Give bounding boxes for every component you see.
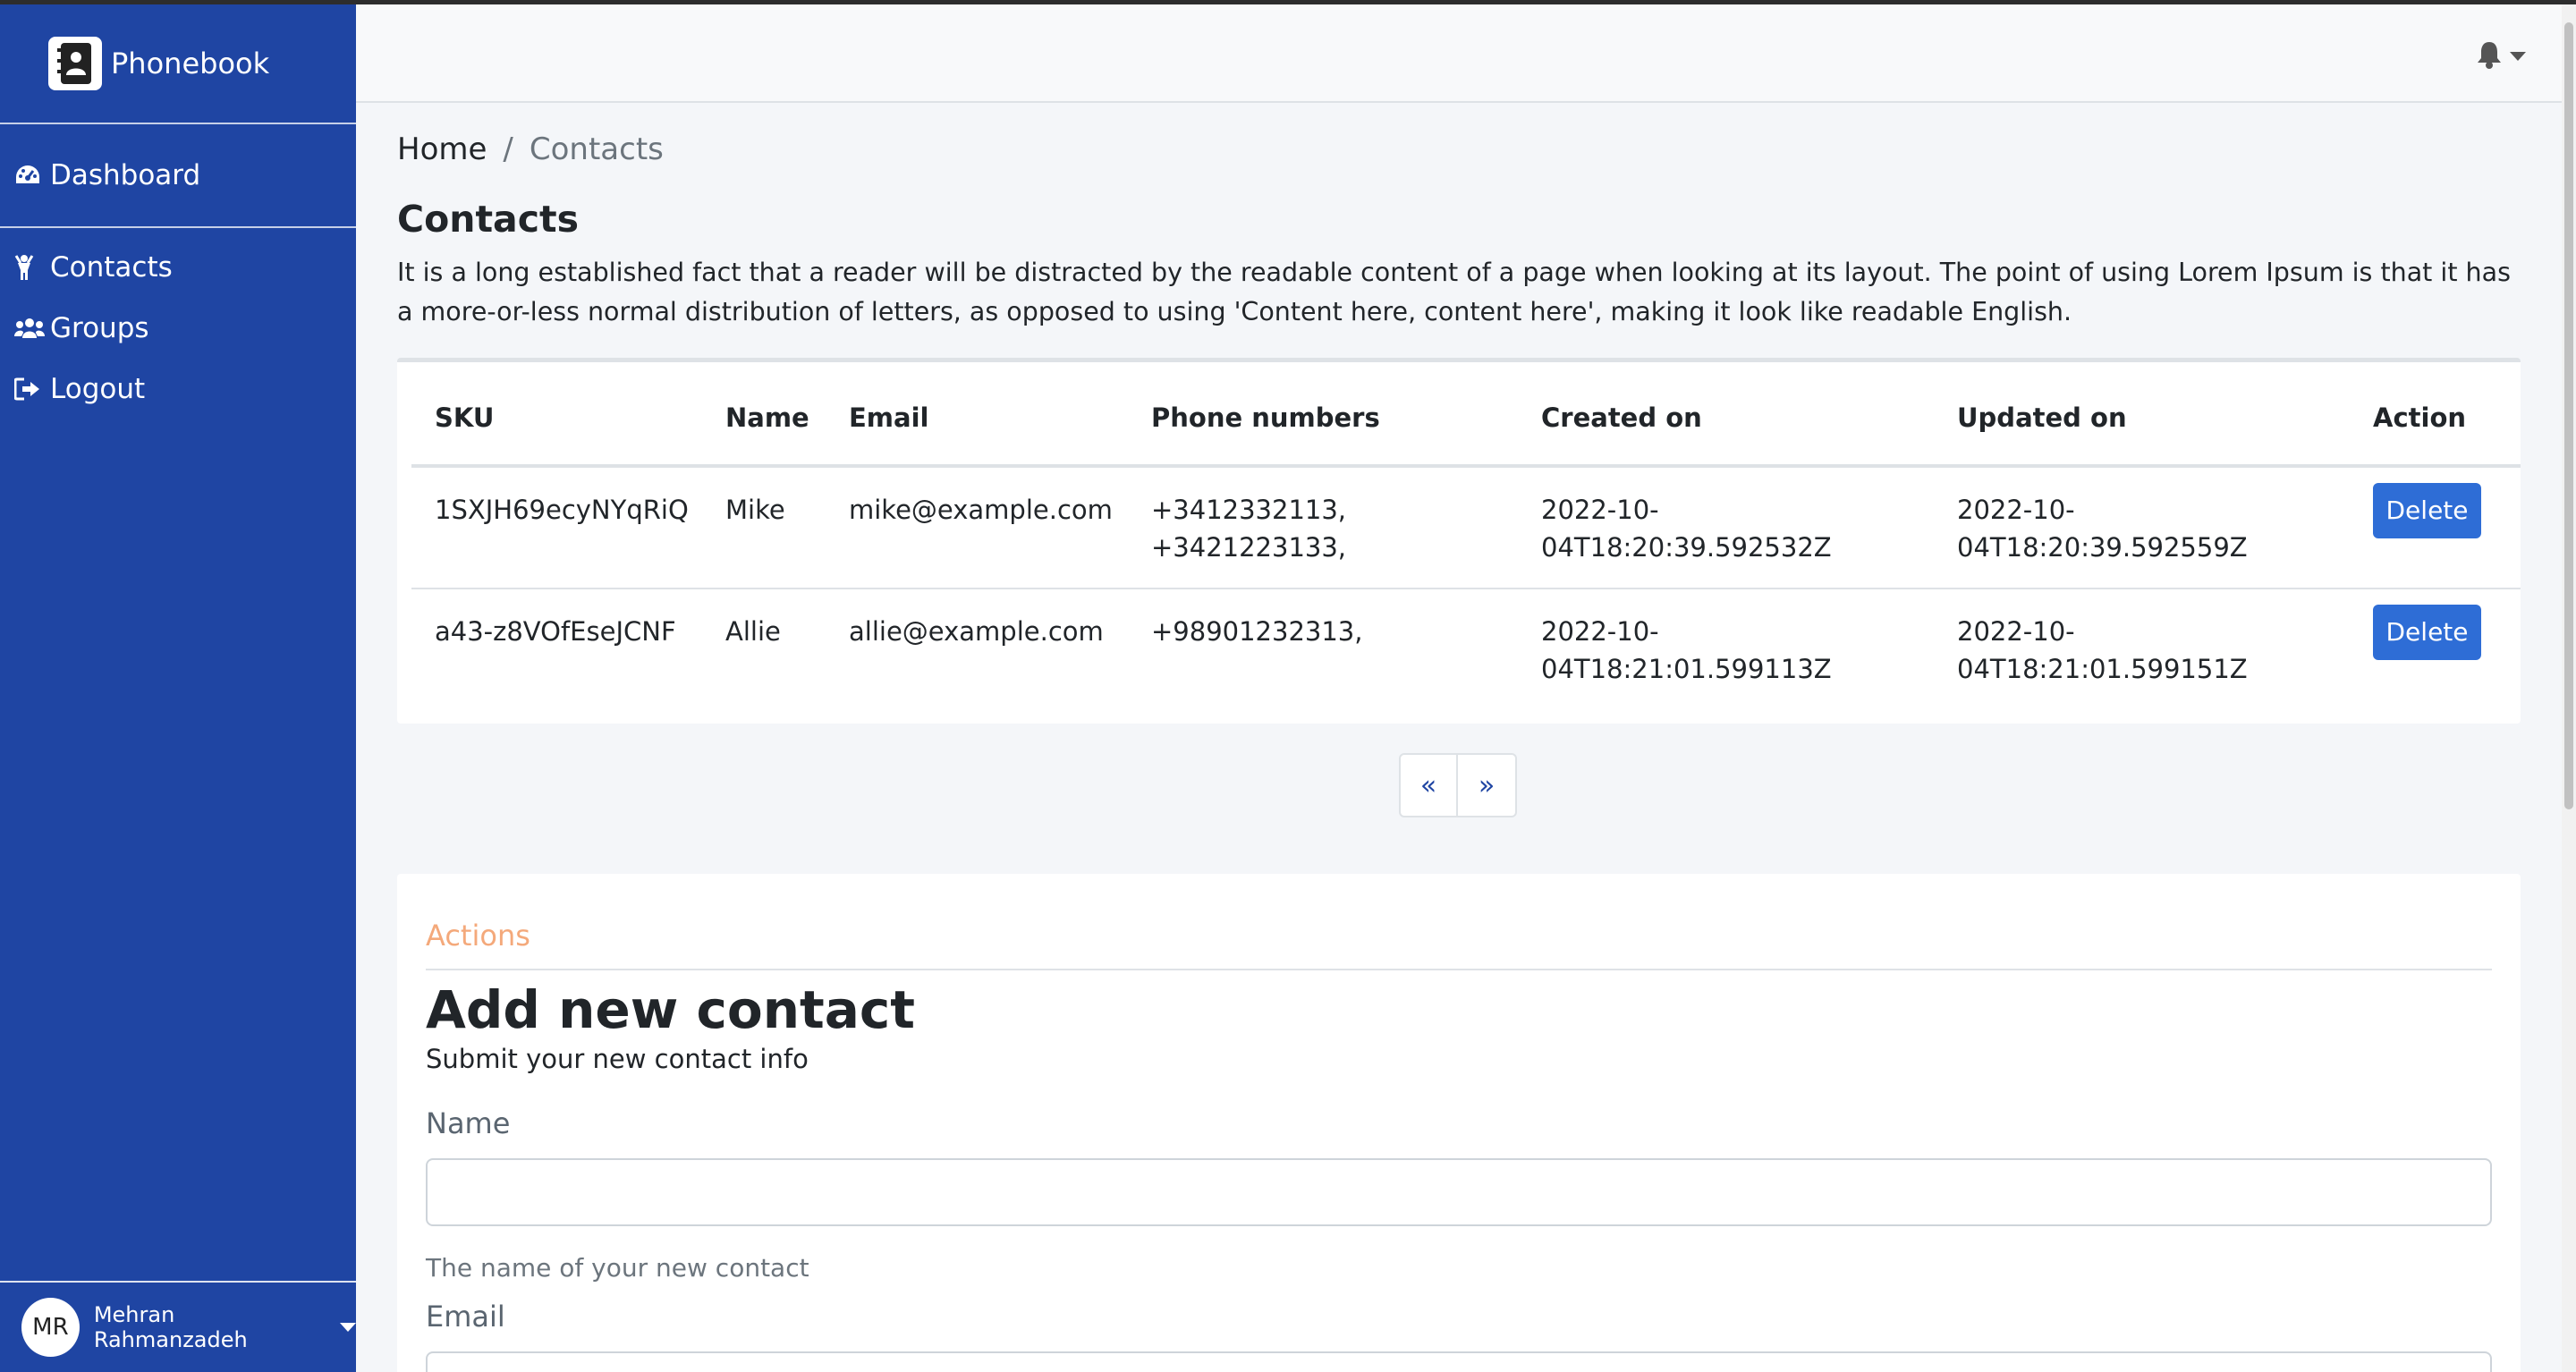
name-input[interactable] — [426, 1158, 2492, 1226]
sign-out-icon — [14, 377, 50, 401]
form-title: Add new contact — [426, 979, 916, 1040]
user-name: Mehran Rahmanzadeh — [93, 1302, 248, 1352]
breadcrumb-separator: / — [503, 131, 513, 167]
date-part: 2022-10- — [1957, 616, 2075, 647]
cell-updated-on: 2022-10- 04T18:21:01.599151Z — [1934, 589, 2350, 711]
user-menu[interactable]: MR Mehran Rahmanzadeh — [0, 1281, 356, 1372]
sidebar: Phonebook Dashboard Contacts Groups Logo… — [0, 4, 356, 1372]
breadcrumb-home-link[interactable]: Home — [397, 131, 487, 167]
sidebar-item-label: Groups — [50, 312, 149, 344]
column-header-updated-on[interactable]: Updated on — [1934, 362, 2350, 468]
phone-number: +3421223133, — [1151, 532, 1347, 563]
cell-name: Mike — [702, 466, 826, 589]
pagination: « » — [1399, 753, 1517, 817]
page-scrollbar[interactable] — [2562, 4, 2576, 1372]
table-header-row: SKU Name Email Phone numbers Created on … — [411, 362, 2521, 468]
notifications-dropdown[interactable] — [2476, 40, 2526, 72]
column-header-name[interactable]: Name — [702, 362, 826, 468]
cell-updated-on: 2022-10- 04T18:20:39.592559Z — [1934, 466, 2350, 589]
time-part: 04T18:20:39.592559Z — [1957, 532, 2248, 563]
delete-button[interactable]: Delete — [2373, 604, 2481, 660]
brand[interactable]: Phonebook — [0, 4, 356, 124]
divider — [426, 969, 2492, 970]
cell-phone-numbers: +3412332113, +3421223133, — [1128, 466, 1518, 589]
caret-down-icon — [340, 1323, 356, 1332]
date-part: 2022-10- — [1541, 495, 1659, 525]
sidebar-nav: Contacts Groups Logout — [0, 228, 356, 419]
column-header-sku[interactable]: SKU — [411, 362, 702, 468]
form-subtitle: Submit your new contact info — [426, 1044, 809, 1074]
tachometer-icon — [14, 164, 50, 187]
sidebar-item-groups[interactable]: Groups — [0, 298, 356, 359]
column-header-phone-numbers[interactable]: Phone numbers — [1128, 362, 1518, 468]
email-label: Email — [426, 1300, 505, 1334]
breadcrumb: Home / Contacts — [397, 131, 664, 167]
sidebar-item-label: Dashboard — [50, 159, 201, 191]
cell-name: Allie — [725, 616, 781, 647]
sidebar-item-label: Logout — [50, 373, 146, 405]
email-input[interactable] — [426, 1351, 2492, 1372]
column-header-email[interactable]: Email — [826, 362, 1128, 468]
cell-sku: a43-z8VOfEseJCNF — [435, 616, 676, 647]
sidebar-item-dashboard[interactable]: Dashboard — [0, 124, 356, 228]
phonebook-logo-icon — [48, 37, 102, 90]
sidebar-item-contacts[interactable]: Contacts — [0, 237, 356, 298]
column-header-created-on[interactable]: Created on — [1518, 362, 1934, 468]
cell-created-on: 2022-10- 04T18:20:39.592532Z — [1518, 466, 1934, 589]
pagination-prev-button[interactable]: « — [1399, 753, 1458, 817]
phone-number: +98901232313, — [1151, 616, 1363, 647]
caret-down-icon — [2510, 52, 2526, 61]
breadcrumb-current: Contacts — [529, 131, 664, 167]
users-icon — [14, 317, 50, 340]
scrollbar-thumb[interactable] — [2564, 22, 2573, 809]
phone-number: +3412332113, — [1151, 495, 1347, 525]
page-title: Contacts — [397, 198, 580, 241]
table-row: 1SXJH69ecyNYqRiQ Mike mike@example.com +… — [411, 466, 2521, 589]
sidebar-item-label: Contacts — [50, 251, 173, 284]
table-row: a43-z8VOfEseJCNF Allie allie@example.com… — [411, 589, 2521, 711]
section-label: Actions — [426, 919, 530, 953]
cell-action: Delete — [2350, 589, 2521, 711]
time-part: 04T18:21:01.599151Z — [1957, 654, 2248, 684]
cell-phone-numbers: +98901232313, — [1128, 589, 1518, 711]
brand-name: Phonebook — [111, 47, 270, 80]
contacts-table: SKU Name Email Phone numbers Created on … — [411, 362, 2521, 711]
child-icon — [14, 254, 50, 281]
time-part: 04T18:21:01.599113Z — [1541, 654, 1832, 684]
contacts-table-card: SKU Name Email Phone numbers Created on … — [397, 358, 2521, 724]
cell-action: Delete — [2350, 466, 2521, 589]
cell-email: mike@example.com — [826, 466, 1128, 589]
delete-button[interactable]: Delete — [2373, 482, 2481, 538]
cell-created-on: 2022-10- 04T18:21:01.599113Z — [1518, 589, 1934, 711]
page-description: It is a long established fact that a rea… — [397, 258, 2511, 326]
cell-email: allie@example.com — [849, 616, 1104, 647]
date-part: 2022-10- — [1957, 495, 2075, 525]
column-header-action: Action — [2350, 362, 2521, 468]
avatar: MR — [21, 1298, 80, 1357]
name-label: Name — [426, 1106, 511, 1140]
top-navbar — [356, 4, 2562, 103]
cell-sku: 1SXJH69ecyNYqRiQ — [411, 466, 702, 589]
bell-icon — [2476, 40, 2503, 72]
date-part: 2022-10- — [1541, 616, 1659, 647]
add-contact-card: Actions Add new contact Submit your new … — [397, 874, 2521, 1372]
time-part: 04T18:20:39.592532Z — [1541, 532, 1832, 563]
pagination-next-button[interactable]: » — [1458, 753, 1517, 817]
name-help-text: The name of your new contact — [426, 1253, 809, 1283]
sidebar-item-logout[interactable]: Logout — [0, 359, 356, 419]
